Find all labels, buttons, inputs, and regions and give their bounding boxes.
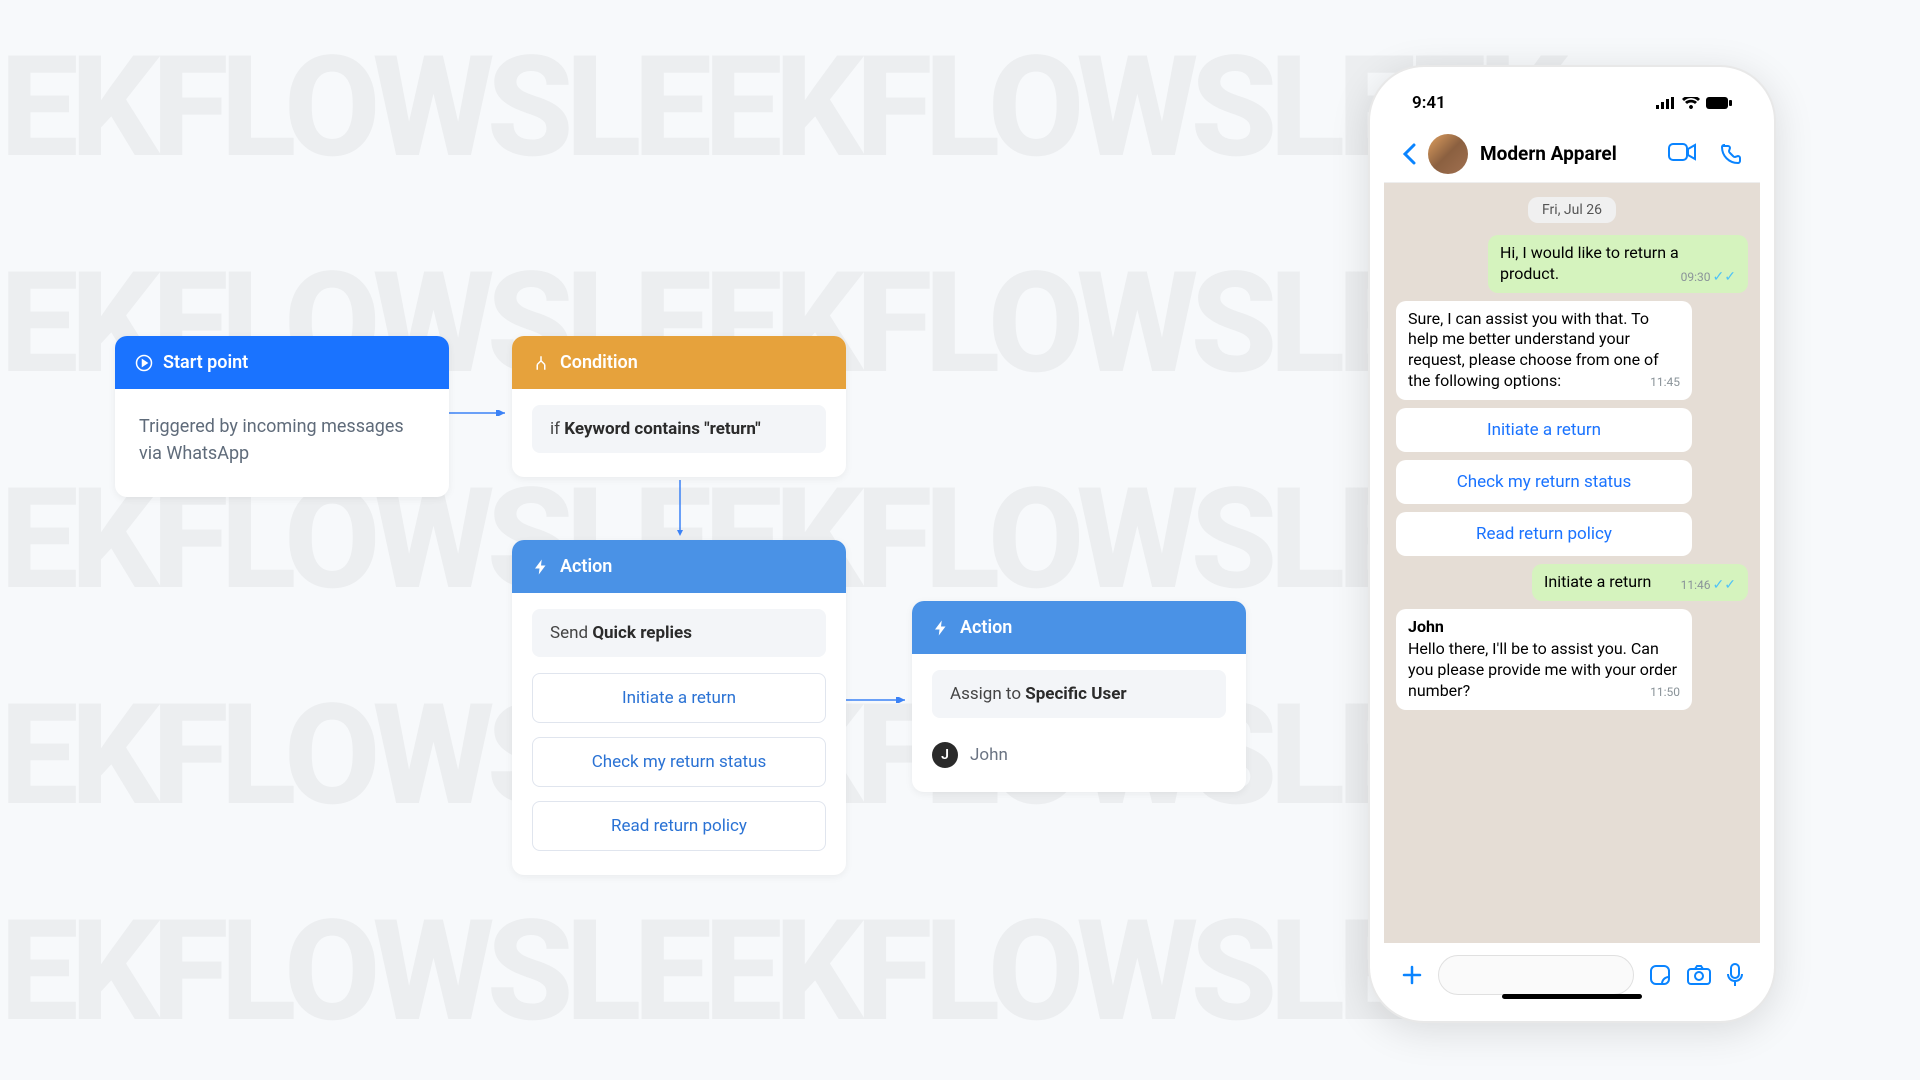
condition-chip: if Keyword contains "return" (532, 405, 826, 453)
chat-message-area[interactable]: Fri, Jul 26 Hi, I would like to return a… (1384, 183, 1760, 943)
chat-header: Modern Apparel (1384, 125, 1760, 183)
contact-name[interactable]: Modern Apparel (1480, 142, 1656, 165)
user-name: John (970, 745, 1008, 765)
message-received: Sure, I can assist you with that. To hel… (1396, 301, 1692, 400)
microphone-icon[interactable] (1726, 963, 1744, 987)
action-card-assign-user[interactable]: Action Assign to Specific User J John (912, 601, 1246, 792)
read-receipt-icon: ✓✓ (1713, 269, 1736, 285)
action-assign-chip: Assign to Specific User (932, 670, 1226, 718)
read-receipt-icon: ✓✓ (1713, 577, 1736, 593)
assigned-user-row: J John (932, 734, 1226, 768)
condition-card[interactable]: Condition if Keyword contains "return" (512, 336, 846, 477)
message-sent: Initiate a return 11:46✓✓ (1532, 564, 1748, 601)
action-card-send-replies[interactable]: Action Send Quick replies Initiate a ret… (512, 540, 846, 875)
message-received: John Hello there, I'll be to assist you.… (1396, 609, 1692, 710)
condition-icon (532, 354, 550, 372)
signal-icon (1656, 97, 1676, 109)
start-description: Triggered by incoming messages via Whats… (115, 389, 449, 497)
message-sent: Hi, I would like to return a product. 09… (1488, 235, 1748, 293)
action-send-chip: Send Quick replies (532, 609, 826, 657)
video-call-icon[interactable] (1668, 143, 1696, 161)
bolt-icon (532, 558, 550, 576)
bolt-icon (932, 619, 950, 637)
start-card[interactable]: Start point Triggered by incoming messag… (115, 336, 449, 497)
condition-header-label: Condition (560, 352, 638, 373)
reply-option-button[interactable]: Read return policy (1396, 512, 1692, 556)
reply-option-button[interactable]: Check my return status (1396, 460, 1692, 504)
status-bar: 9:41 (1384, 81, 1760, 125)
avatar: J (932, 742, 958, 768)
quick-reply-option[interactable]: Initiate a return (532, 673, 826, 723)
back-icon[interactable] (1402, 143, 1416, 165)
start-header-label: Start point (163, 352, 248, 373)
voice-call-icon[interactable] (1720, 143, 1742, 165)
battery-icon (1706, 97, 1732, 109)
reply-option-button[interactable]: Initiate a return (1396, 408, 1692, 452)
phone-preview: 9:41 Modern Apparel Fri, Jul 26 (1368, 65, 1776, 1023)
wifi-icon (1682, 97, 1700, 109)
plus-icon[interactable] (1400, 963, 1424, 987)
quick-reply-option[interactable]: Check my return status (532, 737, 826, 787)
action-header-label: Action (560, 556, 612, 577)
chat-date: Fri, Jul 26 (1528, 197, 1616, 223)
quick-reply-option[interactable]: Read return policy (532, 801, 826, 851)
sticker-icon[interactable] (1648, 963, 1672, 987)
home-indicator (1502, 994, 1642, 999)
message-input[interactable] (1438, 955, 1634, 995)
status-time: 9:41 (1412, 93, 1446, 113)
camera-icon[interactable] (1686, 964, 1712, 986)
avatar[interactable] (1428, 134, 1468, 174)
action-header-label: Action (960, 617, 1012, 638)
play-icon (135, 354, 153, 372)
